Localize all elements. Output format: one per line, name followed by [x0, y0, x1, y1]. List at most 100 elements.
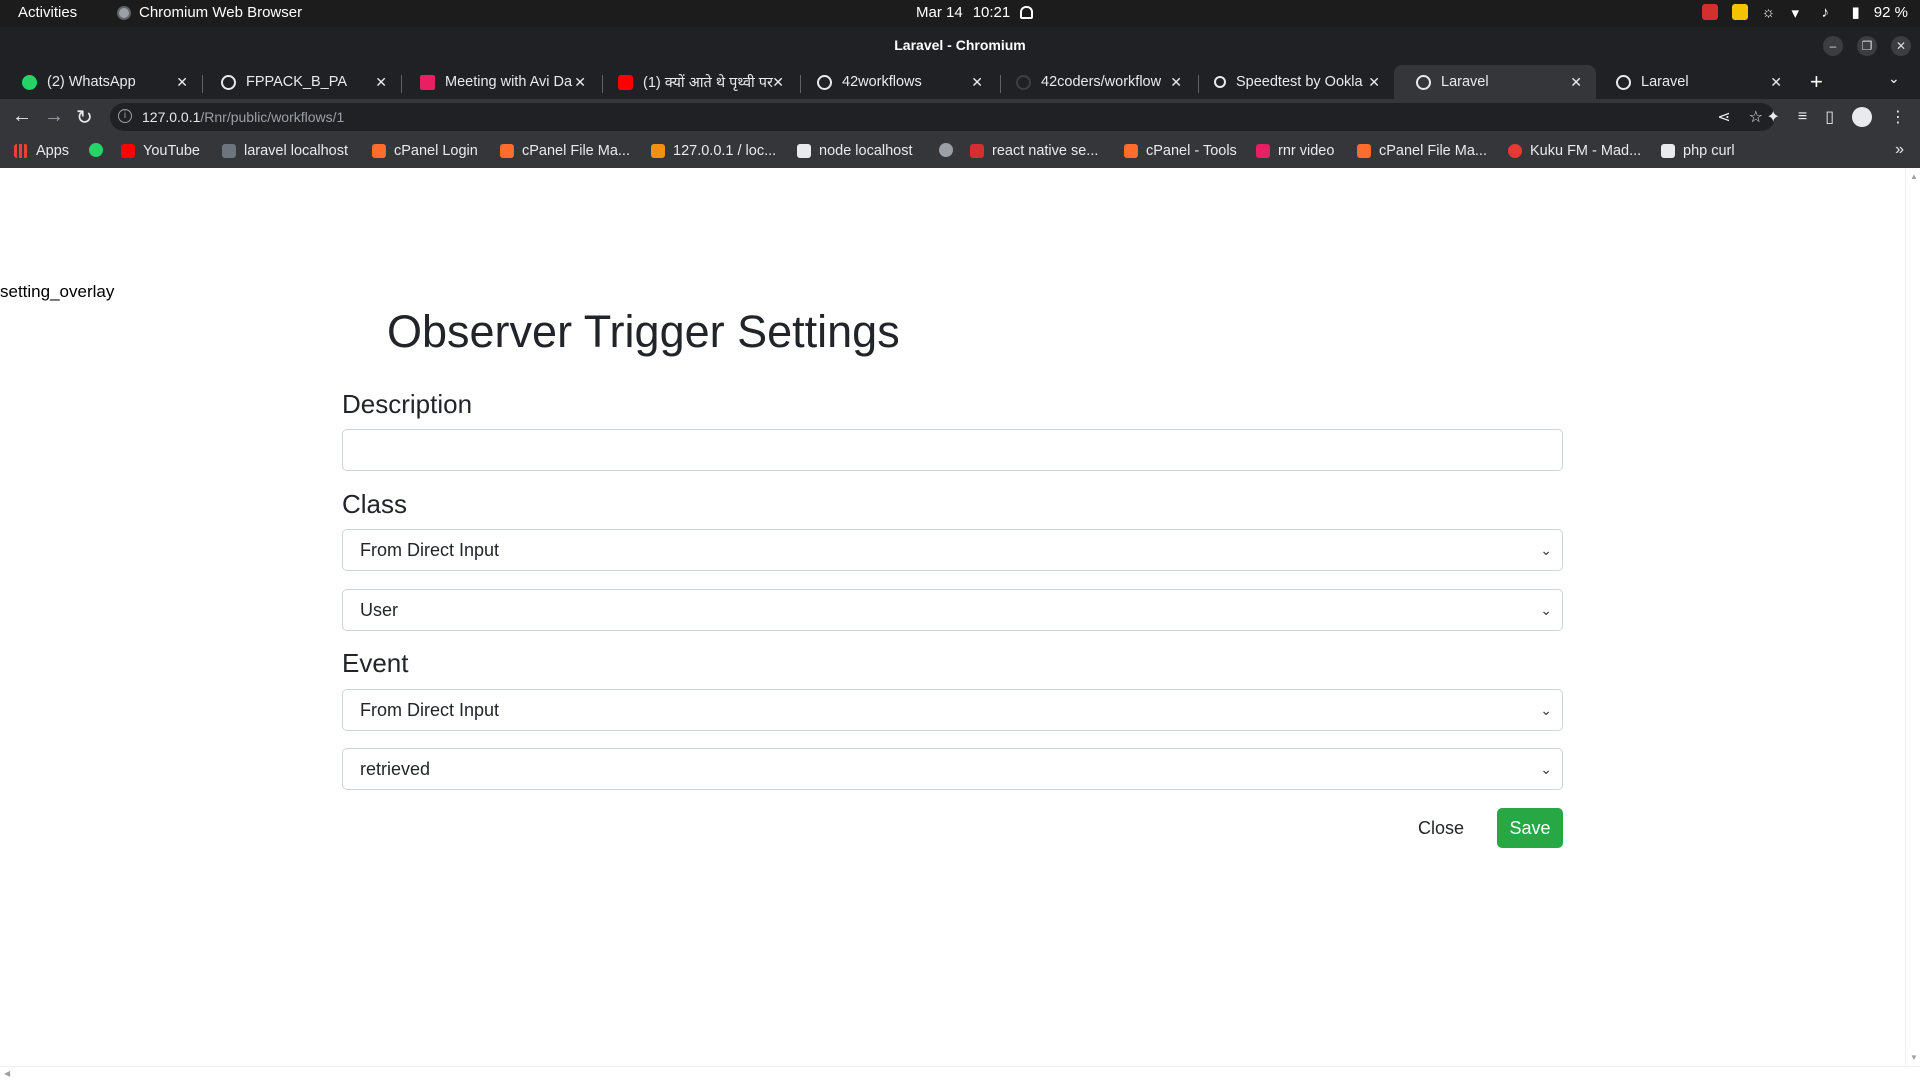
bookmark-youtube[interactable]: YouTube	[121, 143, 200, 159]
reload-icon[interactable]: ↻	[76, 105, 93, 130]
close-tab-icon[interactable]: ✕	[1570, 74, 1582, 91]
bookmark-phpmyadmin[interactable]: 127.0.0.1 / loc...	[651, 143, 776, 159]
tab-fppack[interactable]: FPPACK_B_PA ✕	[199, 65, 401, 99]
bookmark-kuku-fm[interactable]: Kuku FM - Mad...	[1508, 143, 1641, 159]
bookmark-laravel-localhost[interactable]: laravel localhost	[222, 143, 348, 159]
scroll-down-icon[interactable]: ▼	[1910, 1053, 1918, 1062]
close-tab-icon[interactable]: ✕	[375, 74, 387, 91]
new-tab-icon[interactable]: +	[1810, 69, 1823, 95]
de-icon	[222, 144, 236, 158]
close-tab-icon[interactable]: ✕	[1170, 74, 1182, 91]
activities-button[interactable]: Activities	[18, 4, 77, 21]
tab-meeting[interactable]: Meeting with Avi Da ✕	[398, 65, 600, 99]
system-tray[interactable]: ☼ ▾ ♪ ▮ 92 %	[1701, 3, 1908, 22]
tab-label: (2) WhatsApp	[47, 74, 136, 90]
forward-arrow-icon[interactable]: →	[44, 105, 64, 128]
tab-youtube-video[interactable]: (1) क्यों आते थे पृथ्वी पर ✕	[596, 65, 798, 99]
bookmark-cpanel-login[interactable]: cPanel Login	[372, 143, 478, 159]
close-window-icon[interactable]: ✕	[1891, 36, 1911, 56]
chevron-down-icon: ⌄	[1540, 602, 1552, 618]
github-icon	[1016, 74, 1031, 90]
system-top-bar: Activities Chromium Web Browser Mar 14 1…	[0, 0, 1920, 27]
bookmark-label: Kuku FM - Mad...	[1530, 143, 1642, 159]
bookmark-cpanel-tools[interactable]: cPanel - Tools	[1124, 143, 1237, 159]
description-input[interactable]	[342, 429, 1563, 471]
back-arrow-icon[interactable]: ←	[12, 105, 32, 128]
scroll-up-icon[interactable]: ▲	[1910, 172, 1918, 181]
event-source-value: From Direct Input	[360, 700, 500, 720]
event-label: Event	[342, 648, 409, 678]
tab-search-chevron-icon[interactable]: ⌄	[1888, 70, 1900, 87]
cpanel-icon	[500, 144, 514, 158]
app-menu[interactable]: Chromium Web Browser	[117, 4, 302, 21]
bookmark-php-curl[interactable]: php curl	[1661, 143, 1735, 159]
bookmark-label: node localhost	[819, 143, 913, 159]
scroll-left-icon[interactable]: ◀	[4, 1069, 10, 1078]
bookmark-label: cPanel - Tools	[1146, 143, 1237, 159]
media-queue-icon[interactable]: ≡	[1798, 108, 1807, 126]
maximize-icon[interactable]: ❐	[1857, 36, 1877, 56]
tab-laravel-active[interactable]: Laravel ✕	[1394, 65, 1596, 99]
tab-42workflows[interactable]: 42workflows ✕	[795, 65, 997, 99]
share-icon[interactable]: ⋖	[1717, 107, 1730, 127]
vertical-scrollbar[interactable]: ▲ ▼	[1905, 168, 1920, 1066]
kebab-menu-icon[interactable]: ⋮	[1890, 107, 1906, 127]
globe-icon	[817, 74, 832, 90]
close-tab-icon[interactable]: ✕	[971, 74, 983, 91]
close-button[interactable]: Close	[1418, 808, 1464, 848]
window-title-bar: Laravel - Chromium – ❐ ✕	[0, 27, 1920, 63]
close-tab-icon[interactable]: ✕	[1770, 74, 1782, 91]
notes-icon[interactable]	[1731, 4, 1748, 20]
tab-speedtest[interactable]: Speedtest by Ookla ✕	[1192, 65, 1394, 99]
tab-whatsapp[interactable]: (2) WhatsApp ✕	[0, 65, 202, 99]
bookmark-globe[interactable]	[939, 143, 953, 157]
side-panel-icon[interactable]: ▯	[1825, 107, 1834, 127]
globe-icon	[939, 143, 953, 157]
tab-label: 42coders/workflow	[1041, 74, 1162, 90]
tab-github[interactable]: 42coders/workflow ✕	[994, 65, 1196, 99]
app-name: Chromium Web Browser	[139, 4, 303, 21]
class-source-select[interactable]: From Direct Input ⌄	[342, 529, 1563, 571]
event-select[interactable]: retrieved ⌄	[342, 748, 1563, 790]
bookmark-label: YouTube	[143, 143, 200, 159]
url-text[interactable]: 127.0.0.1/Rnr/public/workflows/1	[142, 109, 344, 125]
clock[interactable]: Mar 14 10:21	[916, 4, 1034, 21]
browser-toolbar: ← → ↻ i 127.0.0.1/Rnr/public/workflows/1…	[0, 99, 1920, 135]
bookmark-label: cPanel Login	[394, 143, 478, 159]
play-icon	[1256, 144, 1270, 158]
class-select[interactable]: User ⌄	[342, 589, 1563, 631]
close-tab-icon[interactable]: ✕	[574, 74, 586, 91]
tab-label: Meeting with Avi Da	[445, 74, 573, 90]
bookmarks-overflow-icon[interactable]: »	[1895, 141, 1904, 159]
anydesk-icon[interactable]	[1701, 4, 1718, 20]
save-button[interactable]: Save	[1497, 808, 1563, 848]
whatsapp-icon	[89, 143, 103, 157]
bookmark-rnr-video[interactable]: rnr video	[1256, 143, 1334, 159]
minimize-icon[interactable]: –	[1823, 36, 1843, 56]
close-tab-icon[interactable]: ✕	[1368, 74, 1380, 91]
cpanel-icon	[1357, 144, 1371, 158]
kuku-icon	[1508, 144, 1522, 158]
bookmark-cpanel-file-manager[interactable]: cPanel File Ma...	[500, 143, 630, 159]
profile-avatar-icon[interactable]	[1852, 107, 1872, 127]
event-source-select[interactable]: From Direct Input ⌄	[342, 689, 1563, 731]
bookmark-apps[interactable]: Apps	[14, 143, 69, 159]
battery-icon: ▮	[1851, 4, 1860, 21]
tab-laravel[interactable]: Laravel ✕	[1594, 65, 1796, 99]
site-info-icon[interactable]: i	[118, 109, 132, 123]
bookmark-cpanel-file-manager-2[interactable]: cPanel File Ma...	[1357, 143, 1487, 159]
bookmark-label: rnr video	[1278, 143, 1335, 159]
page-content: setting_overlay Observer Trigger Setting…	[0, 168, 1905, 1066]
close-tab-icon[interactable]: ✕	[176, 74, 188, 91]
bookmark-star-icon[interactable]: ☆	[1749, 107, 1763, 127]
bookmark-node-localhost[interactable]: node localhost	[797, 143, 913, 159]
bookmark-react-native[interactable]: react native se...	[970, 143, 1098, 159]
bookmark-whatsapp[interactable]	[89, 143, 103, 157]
description-label: Description	[342, 389, 473, 419]
brightness-icon: ☼	[1761, 4, 1776, 21]
extensions-puzzle-icon[interactable]: ✦	[1766, 107, 1779, 127]
close-tab-icon[interactable]: ✕	[772, 74, 784, 91]
address-bar[interactable]: i 127.0.0.1/Rnr/public/workflows/1 ⋖ ☆	[110, 103, 1775, 131]
horizontal-scrollbar[interactable]: ◀	[0, 1066, 1920, 1080]
tab-label: Speedtest by Ookla	[1236, 74, 1363, 90]
